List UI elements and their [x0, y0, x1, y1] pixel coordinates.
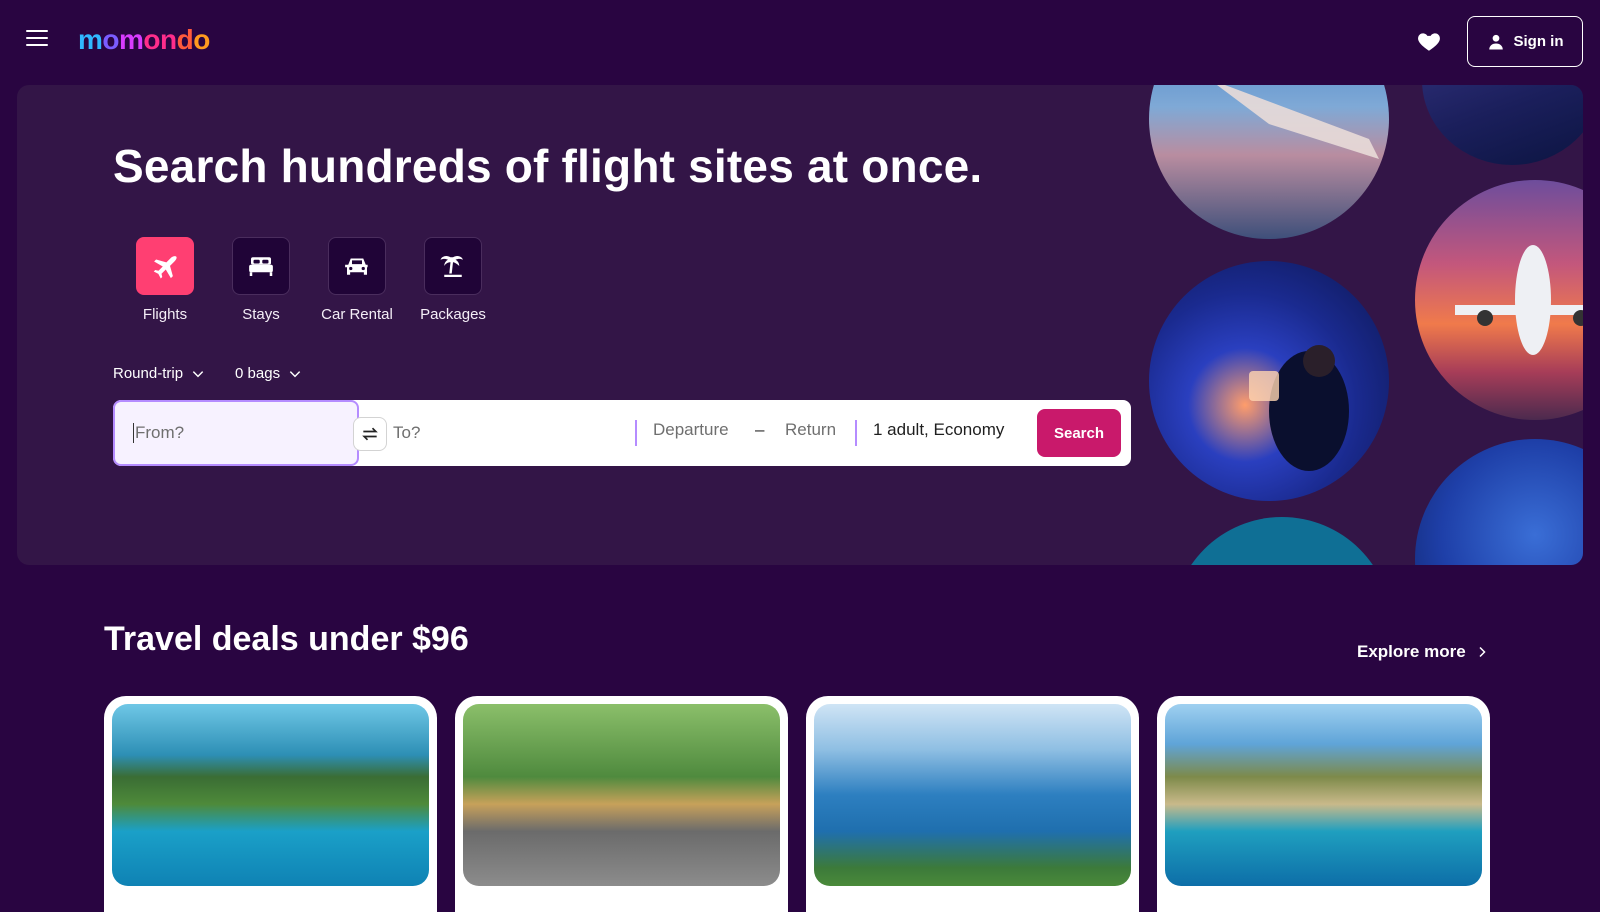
favorites-heart-icon[interactable]: [1416, 28, 1442, 54]
sign-in-button[interactable]: Sign in: [1467, 16, 1583, 67]
to-input[interactable]: To?: [393, 418, 613, 448]
space-earth-photo: [1415, 439, 1583, 565]
bed-icon: [232, 237, 290, 295]
field-divider: [855, 420, 857, 446]
momondo-logo[interactable]: momondo: [78, 24, 210, 56]
passenger-cabin-photo: [1149, 261, 1389, 501]
deal-card[interactable]: [455, 696, 788, 912]
deals-heading: Travel deals under $96: [104, 620, 469, 658]
flight-search-form: From? To? Departure – Return 1 adult, Ec…: [113, 400, 1131, 466]
bags-dropdown[interactable]: 0 bags: [235, 365, 302, 382]
tropical-bay-with-boats-image: [112, 704, 429, 886]
tab-car-rental[interactable]: Car Rental: [312, 237, 402, 323]
chevron-right-icon: [1479, 646, 1486, 658]
date-dash: –: [755, 420, 765, 439]
coastal-lagoon-aerial-image: [1165, 704, 1482, 886]
user-icon: [1488, 34, 1503, 49]
deal-card[interactable]: [806, 696, 1139, 912]
palm-tree-icon: [424, 237, 482, 295]
from-input[interactable]: From?: [113, 400, 359, 466]
deal-cards: [104, 696, 1490, 912]
travelers-cabin-selector[interactable]: 1 adult, Economy: [873, 420, 1004, 440]
departure-date-field[interactable]: Departure: [653, 420, 729, 440]
swap-arrows-icon: [362, 427, 378, 441]
tab-flights[interactable]: Flights: [120, 237, 210, 323]
tab-stays[interactable]: Stays: [216, 237, 306, 323]
deal-card[interactable]: [1157, 696, 1490, 912]
tab-label: Stays: [242, 306, 280, 323]
airplane-wing-photo: [1149, 85, 1389, 239]
car-icon: [328, 237, 386, 295]
tab-label: Packages: [420, 306, 486, 323]
trip-type-label: Round-trip: [113, 365, 184, 382]
trip-type-dropdown[interactable]: Round-trip: [113, 365, 205, 382]
tab-label: Flights: [142, 306, 188, 323]
ocean-photo: [1172, 517, 1392, 565]
cable-car-over-sea-image: [814, 704, 1131, 886]
page-title: Search hundreds of flight sites at once.: [113, 140, 983, 192]
search-button[interactable]: Search: [1037, 409, 1121, 457]
explore-more-link[interactable]: Explore more: [1357, 642, 1488, 662]
bags-label: 0 bags: [235, 365, 281, 382]
chevron-down-icon: [192, 370, 204, 377]
chevron-down-icon: [289, 370, 301, 377]
hero-search-panel: Search hundreds of flight sites at once.…: [17, 85, 1583, 565]
deal-card[interactable]: [104, 696, 437, 912]
top-header: momondo Sign in: [0, 0, 1600, 84]
field-divider: [635, 420, 637, 446]
tab-packages[interactable]: Packages: [408, 237, 498, 323]
plane-icon: [136, 237, 194, 295]
airplane-sunset-photo: [1415, 180, 1583, 420]
return-date-field[interactable]: Return: [785, 420, 836, 440]
tab-label: Car Rental: [321, 306, 393, 323]
sign-in-label: Sign in: [1513, 33, 1564, 50]
lantern-street-cyclist-image: [463, 704, 780, 886]
vertical-tabs: Flights Stays Car Rental Packages: [120, 237, 498, 323]
search-options: Round-trip 0 bags: [113, 365, 302, 382]
swap-airports-button[interactable]: [353, 417, 387, 451]
night-earth-photo: [1422, 85, 1583, 165]
hamburger-menu-icon[interactable]: [26, 30, 48, 52]
explore-more-label: Explore more: [1357, 642, 1466, 661]
